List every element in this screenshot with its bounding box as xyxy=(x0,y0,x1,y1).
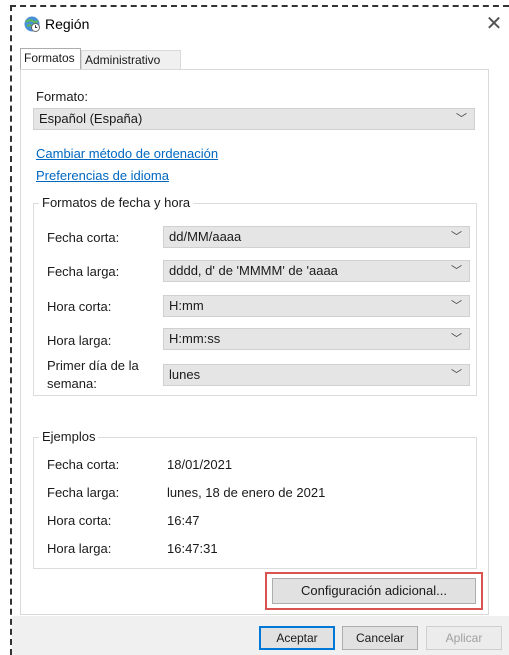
chevron-down-icon: ﹀ xyxy=(451,300,462,312)
date-time-formats-title: Formatos de fecha y hora xyxy=(39,195,194,210)
short-date-select[interactable]: dd/MM/aaaa ﹀ xyxy=(163,226,470,248)
long-time-value: H:mm:ss xyxy=(169,331,221,346)
example-short-date-label: Fecha corta: xyxy=(47,457,120,472)
short-time-label: Hora corta: xyxy=(47,299,112,314)
chevron-down-icon: ﹀ xyxy=(451,231,462,243)
tab-administrativo[interactable]: Administrativo xyxy=(81,50,181,69)
tab-panel-formatos: Formato: Español (España) ﹀ Cambiar méto… xyxy=(20,69,489,615)
sort-method-link[interactable]: Cambiar método de ordenación xyxy=(36,146,218,161)
long-time-label: Hora larga: xyxy=(47,333,112,348)
first-day-label-line1: Primer día de la xyxy=(47,358,139,373)
chevron-down-icon: ﹀ xyxy=(456,113,467,125)
format-select-value: Español (España) xyxy=(39,111,143,126)
first-day-label-line2: semana: xyxy=(47,376,97,391)
chevron-down-icon: ﹀ xyxy=(451,369,462,381)
screenshot-frame-top xyxy=(10,5,509,7)
format-select[interactable]: Español (España) ﹀ xyxy=(33,108,475,130)
date-time-formats-group: Formatos de fecha y hora Fecha corta: dd… xyxy=(33,195,477,396)
examples-group: Ejemplos Fecha corta: 18/01/2021 Fecha l… xyxy=(33,429,477,569)
short-time-value: H:mm xyxy=(169,298,204,313)
examples-title: Ejemplos xyxy=(39,429,99,444)
example-long-date-value: lunes, 18 de enero de 2021 xyxy=(167,485,326,500)
tab-formatos[interactable]: Formatos xyxy=(20,48,81,69)
additional-settings-highlight: Configuración adicional... xyxy=(265,572,483,610)
long-date-value: dddd, d' de 'MMMM' de 'aaaa xyxy=(169,263,338,278)
language-preferences-link[interactable]: Preferencias de idioma xyxy=(36,168,169,183)
first-day-value: lunes xyxy=(169,367,201,382)
short-time-select[interactable]: H:mm ﹀ xyxy=(163,295,470,317)
chevron-down-icon: ﹀ xyxy=(451,265,462,277)
dialog-footer: Aceptar Cancelar Aplicar xyxy=(12,616,509,655)
window-title: Región xyxy=(45,16,90,32)
long-date-label: Fecha larga: xyxy=(47,264,120,279)
close-icon[interactable]: ✕ xyxy=(481,11,507,37)
example-long-time-value: 16:47:31 xyxy=(167,541,218,556)
screenshot-frame-left xyxy=(10,5,12,655)
long-time-select[interactable]: H:mm:ss ﹀ xyxy=(163,328,470,350)
example-long-time-label: Hora larga: xyxy=(47,541,112,556)
chevron-down-icon: ﹀ xyxy=(451,333,462,345)
additional-settings-button[interactable]: Configuración adicional... xyxy=(272,578,476,604)
long-date-select[interactable]: dddd, d' de 'MMMM' de 'aaaa ﹀ xyxy=(163,260,470,282)
example-short-date-value: 18/01/2021 xyxy=(167,457,233,472)
example-short-time-label: Hora corta: xyxy=(47,513,112,528)
cancel-button[interactable]: Cancelar xyxy=(342,626,418,650)
short-date-label: Fecha corta: xyxy=(47,230,120,245)
format-label: Formato: xyxy=(36,89,89,104)
short-date-value: dd/MM/aaaa xyxy=(169,229,242,244)
globe-clock-icon xyxy=(23,15,41,33)
example-short-time-value: 16:47 xyxy=(167,513,200,528)
apply-button[interactable]: Aplicar xyxy=(426,626,502,650)
title-bar: Región ✕ xyxy=(13,9,509,39)
example-long-date-label: Fecha larga: xyxy=(47,485,120,500)
ok-button[interactable]: Aceptar xyxy=(259,626,335,650)
first-day-select[interactable]: lunes ﹀ xyxy=(163,364,470,386)
